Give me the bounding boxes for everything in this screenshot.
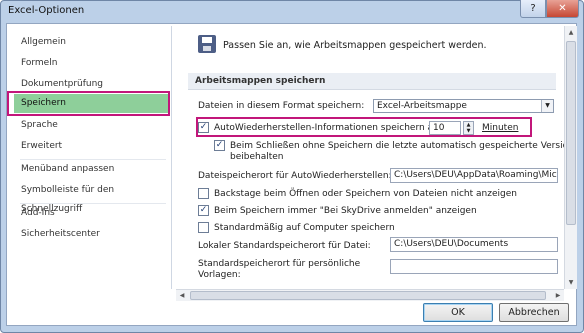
autorecover-location-label: Dateispeicherort für AutoWiederherstelle… xyxy=(198,171,392,181)
skydrive-checkbox[interactable]: ✓ xyxy=(198,205,209,216)
chevron-down-icon[interactable]: ▼ xyxy=(541,100,553,112)
section-heading: Arbeitsmappen speichern xyxy=(188,73,556,90)
scroll-left-icon[interactable]: ◀ xyxy=(176,290,188,301)
templates-location-input[interactable] xyxy=(390,259,558,274)
nav-highlight-frame xyxy=(7,91,170,116)
format-select-value: Excel-Arbeitsmappe xyxy=(377,101,467,111)
scroll-right-icon[interactable]: ▶ xyxy=(552,290,564,301)
sidebar-item-sprache[interactable]: Sprache xyxy=(14,116,170,135)
vertical-scrollbar[interactable]: ▲ ▼ xyxy=(564,26,577,289)
templates-location-label-line1: Standardspeicherort für persönliche xyxy=(198,259,361,269)
options-content-panel: Passen Sie an, wie Arbeitsmappen gespeic… xyxy=(176,26,566,289)
options-sidebar: Allgemein Formeln Dokumentprüfung Speich… xyxy=(6,26,172,289)
local-default-location-label: Lokaler Standardspeicherort für Datei: xyxy=(198,241,371,251)
window-title: Excel-Optionen xyxy=(8,5,85,16)
default-computer-label: Standardmäßig auf Computer speichern xyxy=(214,223,395,233)
close-button[interactable]: ✕ xyxy=(546,0,579,18)
scroll-up-icon[interactable]: ▲ xyxy=(565,26,577,39)
ok-button[interactable]: OK xyxy=(423,303,493,322)
title-bar: Excel-Optionen ? ✕ xyxy=(0,0,582,22)
sidebar-item-allgemein[interactable]: Allgemein xyxy=(14,33,170,52)
backstage-checkbox[interactable] xyxy=(198,188,209,199)
page-intro: Passen Sie an, wie Arbeitsmappen gespeic… xyxy=(223,40,487,51)
local-default-location-input[interactable]: C:\Users\DEU\Documents xyxy=(390,237,558,252)
default-computer-checkbox[interactable] xyxy=(198,222,209,233)
format-select[interactable]: Excel-Arbeitsmappe ▼ xyxy=(373,99,554,113)
skydrive-label: Beim Speichern immer "Bei SkyDrive anmel… xyxy=(214,206,477,216)
format-label: Dateien in diesem Format speichern: xyxy=(198,101,365,111)
save-disk-icon xyxy=(198,35,216,53)
keep-last-version-label-line1: Beim Schließen ohne Speichern die letzte… xyxy=(230,141,566,151)
sidebar-item-addins[interactable]: Add-Ins xyxy=(14,204,170,223)
backstage-label: Backstage beim Öffnen oder Speichern von… xyxy=(214,189,517,199)
help-button[interactable]: ? xyxy=(520,0,546,18)
keep-last-version-label-line2: beibehalten xyxy=(230,152,284,162)
cancel-button[interactable]: Abbrechen xyxy=(499,303,569,322)
scroll-down-icon[interactable]: ▼ xyxy=(565,276,577,289)
sidebar-item-sicherheitscenter[interactable]: Sicherheitscenter xyxy=(14,225,170,244)
sidebar-item-erweitert[interactable]: Erweitert xyxy=(14,137,170,156)
horizontal-scroll-thumb[interactable] xyxy=(190,291,546,300)
sidebar-item-menueband[interactable]: Menüband anpassen xyxy=(14,160,170,179)
scroll-thumb[interactable] xyxy=(566,41,576,225)
templates-location-label-line2: Vorlagen: xyxy=(198,270,241,280)
keep-last-version-checkbox[interactable]: ✓ xyxy=(214,140,225,151)
autorecover-highlight-frame xyxy=(196,117,532,137)
autorecover-location-input[interactable]: C:\Users\DEU\AppData\Roaming\Micro xyxy=(390,168,558,183)
horizontal-scrollbar[interactable]: ◀ ▶ xyxy=(176,289,564,301)
sidebar-item-formeln[interactable]: Formeln xyxy=(14,54,170,73)
sidebar-item-schnellzugriff[interactable]: Symbolleiste für den Schnellzugriff xyxy=(14,181,170,214)
